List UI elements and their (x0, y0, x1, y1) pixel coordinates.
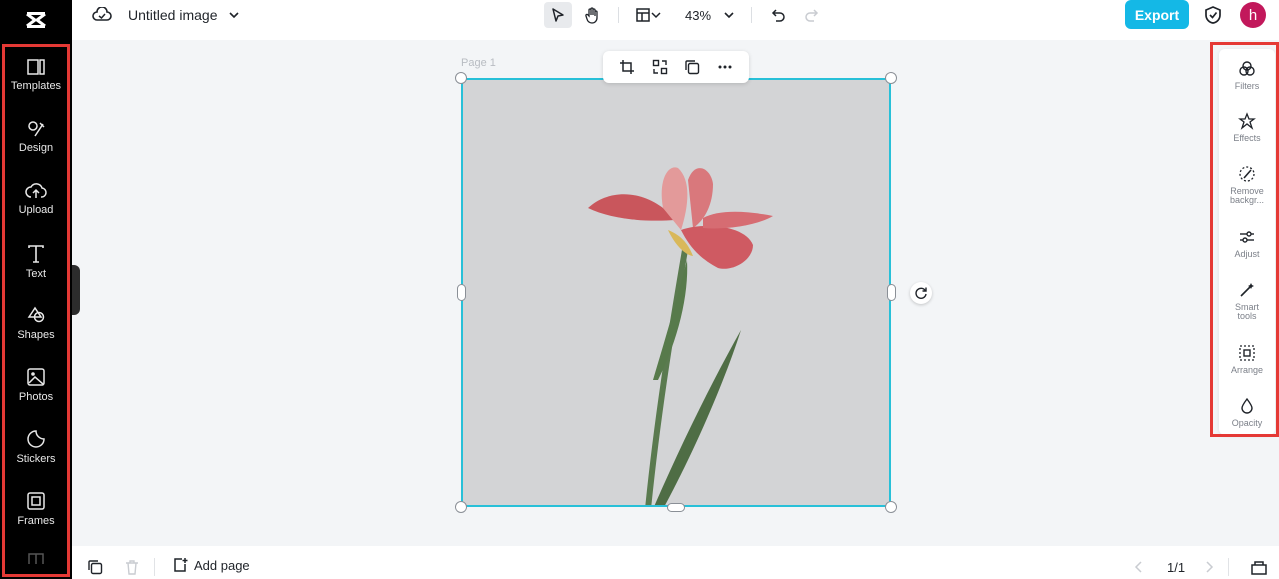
separator (751, 7, 753, 23)
canvas-tools: 43% (544, 2, 826, 28)
panel-item-opacity[interactable]: Opacity (1219, 397, 1275, 428)
select-tool-button[interactable] (544, 2, 572, 28)
hand-icon (585, 6, 598, 24)
panel-item-filters[interactable]: Filters (1219, 60, 1275, 91)
resize-handle-bottom[interactable] (667, 503, 685, 512)
top-bar: Untitled image 43% Export h (72, 0, 1279, 40)
opacity-icon (1241, 397, 1253, 414)
pointer-icon (552, 8, 564, 22)
chevron-down-icon[interactable] (228, 9, 240, 21)
smart-tools-icon (1240, 283, 1254, 297)
resize-handle-right[interactable] (887, 284, 896, 301)
hand-tool-button[interactable] (578, 2, 606, 28)
panel-item-label: Smart tools (1234, 302, 1259, 321)
panel-item-label: Arrange (1230, 365, 1264, 375)
redo-button[interactable] (798, 2, 826, 28)
image-context-toolbar (603, 51, 749, 83)
zoom-dropdown-icon[interactable] (723, 9, 735, 21)
filters-icon (1239, 61, 1255, 76)
duplicate-page-icon[interactable] (87, 559, 103, 575)
cloud-sync-icon[interactable] (92, 7, 112, 23)
pages-panel-icon[interactable] (1250, 559, 1268, 575)
separator (154, 558, 155, 576)
chevron-down-icon (651, 12, 661, 19)
adjust-icon (1240, 231, 1254, 243)
export-button[interactable]: Export (1125, 0, 1189, 29)
layout-icon (636, 8, 650, 22)
resize-handle-left[interactable] (457, 284, 466, 301)
page-indicator: 1/1 (1167, 560, 1186, 575)
panel-item-arrange[interactable]: Arrange (1219, 344, 1275, 375)
previous-page-icon[interactable] (1134, 561, 1144, 573)
effects-icon (1238, 112, 1256, 130)
shield-icon[interactable] (1204, 5, 1222, 25)
logo-icon (26, 12, 46, 28)
resize-handle-bottom-right[interactable] (885, 501, 897, 513)
layout-button[interactable] (631, 2, 665, 28)
panel-item-label: Effects (1233, 133, 1261, 143)
rotate-button[interactable] (910, 282, 932, 304)
undo-icon (771, 9, 785, 22)
replace-icon[interactable] (652, 59, 668, 75)
add-page-label: Add page (194, 557, 250, 573)
panel-item-remove-background[interactable]: Remove backgr... (1219, 165, 1275, 205)
capcut-logo[interactable] (0, 0, 72, 40)
separator (1228, 558, 1229, 576)
duplicate-icon[interactable] (684, 59, 700, 75)
redo-icon (805, 9, 819, 22)
resize-handle-top-left[interactable] (455, 72, 467, 84)
rotate-icon (915, 287, 927, 299)
panel-item-label: Adjust (1234, 249, 1260, 259)
separator (618, 7, 619, 23)
avatar[interactable]: h (1240, 2, 1266, 28)
panel-item-adjust[interactable]: Adjust (1219, 228, 1275, 259)
crop-icon[interactable] (619, 59, 635, 75)
undo-button[interactable] (764, 2, 792, 28)
document-title[interactable]: Untitled image (128, 7, 218, 23)
page-label: Page 1 (461, 57, 496, 69)
resize-handle-top-right[interactable] (885, 72, 897, 84)
next-page-icon[interactable] (1204, 561, 1214, 573)
arrange-icon (1239, 345, 1255, 361)
sidebar-highlight-frame (2, 44, 70, 577)
panel-item-label: Remove backgr... (1229, 186, 1265, 205)
resize-handle-bottom-left[interactable] (455, 501, 467, 513)
panel-item-smart-tools[interactable]: Smart tools (1219, 281, 1275, 321)
flower-image[interactable] (461, 78, 891, 507)
delete-page-icon[interactable] (124, 559, 140, 575)
panel-item-label: Opacity (1231, 418, 1263, 428)
bottom-bar: Add page 1/1 (72, 546, 1279, 579)
document-title-group[interactable]: Untitled image (92, 0, 240, 30)
add-page-button[interactable]: Add page (172, 557, 250, 573)
remove-background-icon (1239, 166, 1255, 182)
zoom-level[interactable]: 43% (685, 8, 711, 23)
sidebar-collapse-handle[interactable] (72, 265, 80, 315)
iris-flower-illustration (588, 167, 773, 505)
add-page-icon (174, 558, 188, 572)
more-options-icon[interactable] (717, 59, 733, 75)
panel-item-effects[interactable]: Effects (1219, 112, 1275, 143)
panel-item-label: Filters (1234, 81, 1260, 91)
